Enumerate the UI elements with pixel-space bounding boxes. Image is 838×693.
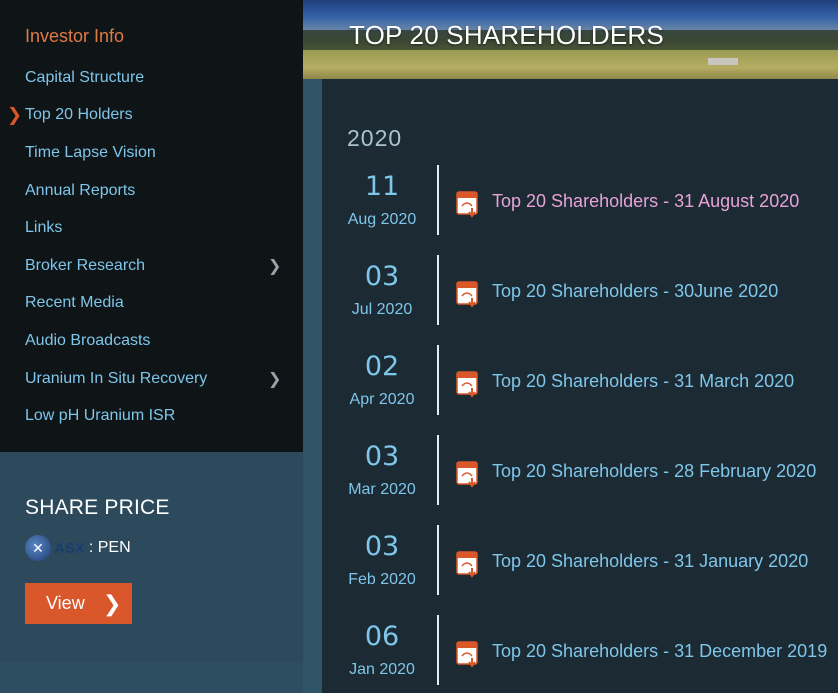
report-link[interactable]: Top 20 Shareholders - 31 March 2020 [492, 371, 794, 392]
pdf-download-icon[interactable] [456, 550, 482, 578]
entry-day: 02 [364, 351, 400, 382]
chevron-right-icon[interactable]: ❯ [268, 256, 281, 276]
divider [437, 435, 439, 505]
asx-logo-icon: ✕ [25, 535, 51, 561]
nav-list: Capital Structure ❯ Top 20 Holders Time … [0, 59, 303, 435]
divider [437, 255, 439, 325]
entry-day: 03 [364, 441, 400, 472]
sidebar-item-label: Audio Broadcasts [25, 331, 151, 349]
entry-month: Jan 2020 [349, 661, 415, 678]
entry-month: Apr 2020 [349, 391, 415, 408]
report-link[interactable]: Top 20 Shareholders - 30June 2020 [492, 281, 778, 302]
list-item: 03 Mar 2020 Top 20 Shareholders - 28 Feb… [322, 435, 838, 505]
sidebar-item-label: Uranium In Situ Recovery [25, 369, 208, 387]
divider [437, 345, 439, 415]
entry-month: Aug 2020 [347, 211, 417, 228]
entry-day: 11 [364, 171, 400, 202]
entry-day: 03 [364, 261, 400, 292]
sidebar-item-annual-reports[interactable]: Annual Reports [0, 172, 303, 210]
list-item: 02 Apr 2020 Top 20 Shareholders - 31 Mar… [322, 345, 838, 415]
sidebar-item-links[interactable]: Links [0, 209, 303, 247]
sidebar-item-audio-broadcasts[interactable]: Audio Broadcasts [0, 322, 303, 360]
chevron-right-icon[interactable]: ❯ [268, 369, 281, 389]
page-title: TOP 20 SHAREHOLDERS [349, 20, 664, 50]
sidebar-item-label: Links [25, 219, 63, 237]
sidebar-item-uranium-in-situ-recovery[interactable]: Uranium In Situ Recovery ❯ [0, 360, 303, 398]
pdf-download-icon[interactable] [456, 460, 482, 488]
report-link[interactable]: Top 20 Shareholders - 31 January 2020 [492, 551, 808, 572]
report-link[interactable]: Top 20 Shareholders - 31 August 2020 [492, 191, 799, 212]
ticker-code: : PEN [88, 539, 131, 556]
banner-field [303, 50, 838, 79]
sidebar-item-low-ph-uranium-isr[interactable]: Low pH Uranium ISR [0, 397, 303, 435]
share-price-panel: SHARE PRICE ✕ ASX : PEN View ❯ [0, 452, 303, 662]
pdf-download-icon[interactable] [456, 190, 482, 218]
sidebar-item-label: Top 20 Holders [25, 106, 133, 124]
content-side-strip [303, 79, 322, 693]
active-chevron-icon: ❯ [7, 104, 23, 125]
divider [437, 525, 439, 595]
pdf-download-icon[interactable] [456, 640, 482, 668]
view-button-label: View [46, 593, 85, 613]
sidebar-nav: Investor Info Capital Structure ❯ Top 20… [0, 0, 303, 452]
list-item: 06 Jan 2020 Top 20 Shareholders - 31 Dec… [322, 615, 838, 685]
sidebar-item-label: Capital Structure [25, 68, 145, 86]
entry-month: Jul 2020 [351, 301, 413, 318]
sidebar-item-label: Low pH Uranium ISR [25, 407, 176, 425]
chevron-right-icon: ❯ [103, 590, 122, 616]
sidebar-item-capital-structure[interactable]: Capital Structure [0, 59, 303, 97]
pdf-download-icon[interactable] [456, 370, 482, 398]
list-item: 11 Aug 2020 Top 20 Shareholders - 31 Aug… [322, 165, 838, 235]
report-link[interactable]: Top 20 Shareholders - 31 December 2019 [492, 641, 827, 662]
sidebar-footer-strip [0, 662, 303, 693]
sidebar-item-label: Broker Research [25, 256, 146, 274]
banner-building [708, 58, 738, 65]
sidebar-item-label: Recent Media [25, 294, 124, 312]
sidebar-item-label: Time Lapse Vision [25, 143, 156, 161]
list-item: 03 Feb 2020 Top 20 Shareholders - 31 Jan… [322, 525, 838, 595]
sidebar-item-recent-media[interactable]: Recent Media [0, 285, 303, 323]
pdf-download-icon[interactable] [456, 280, 482, 308]
divider [437, 165, 439, 235]
report-link[interactable]: Top 20 Shareholders - 28 February 2020 [492, 461, 816, 482]
asx-ticker: ✕ ASX : PEN [25, 535, 131, 561]
list-item: 03 Jul 2020 Top 20 Shareholders - 30June… [322, 255, 838, 325]
nav-heading[interactable]: Investor Info [25, 26, 124, 47]
entry-month: Mar 2020 [348, 481, 416, 498]
divider [437, 615, 439, 685]
sidebar-item-top-20-holders[interactable]: ❯ Top 20 Holders [0, 97, 303, 135]
entry-day: 03 [364, 531, 400, 562]
share-price-title: SHARE PRICE [25, 496, 170, 519]
view-share-price-button[interactable]: View ❯ [25, 583, 132, 624]
entry-month: Feb 2020 [348, 571, 416, 588]
sidebar-item-broker-research[interactable]: Broker Research ❯ [0, 247, 303, 285]
entry-day: 06 [364, 621, 400, 652]
sidebar-item-time-lapse-vision[interactable]: Time Lapse Vision [0, 134, 303, 172]
year-heading: 2020 [347, 125, 403, 151]
sidebar-item-label: Annual Reports [25, 181, 136, 199]
asx-logo-text: ASX [54, 539, 85, 557]
